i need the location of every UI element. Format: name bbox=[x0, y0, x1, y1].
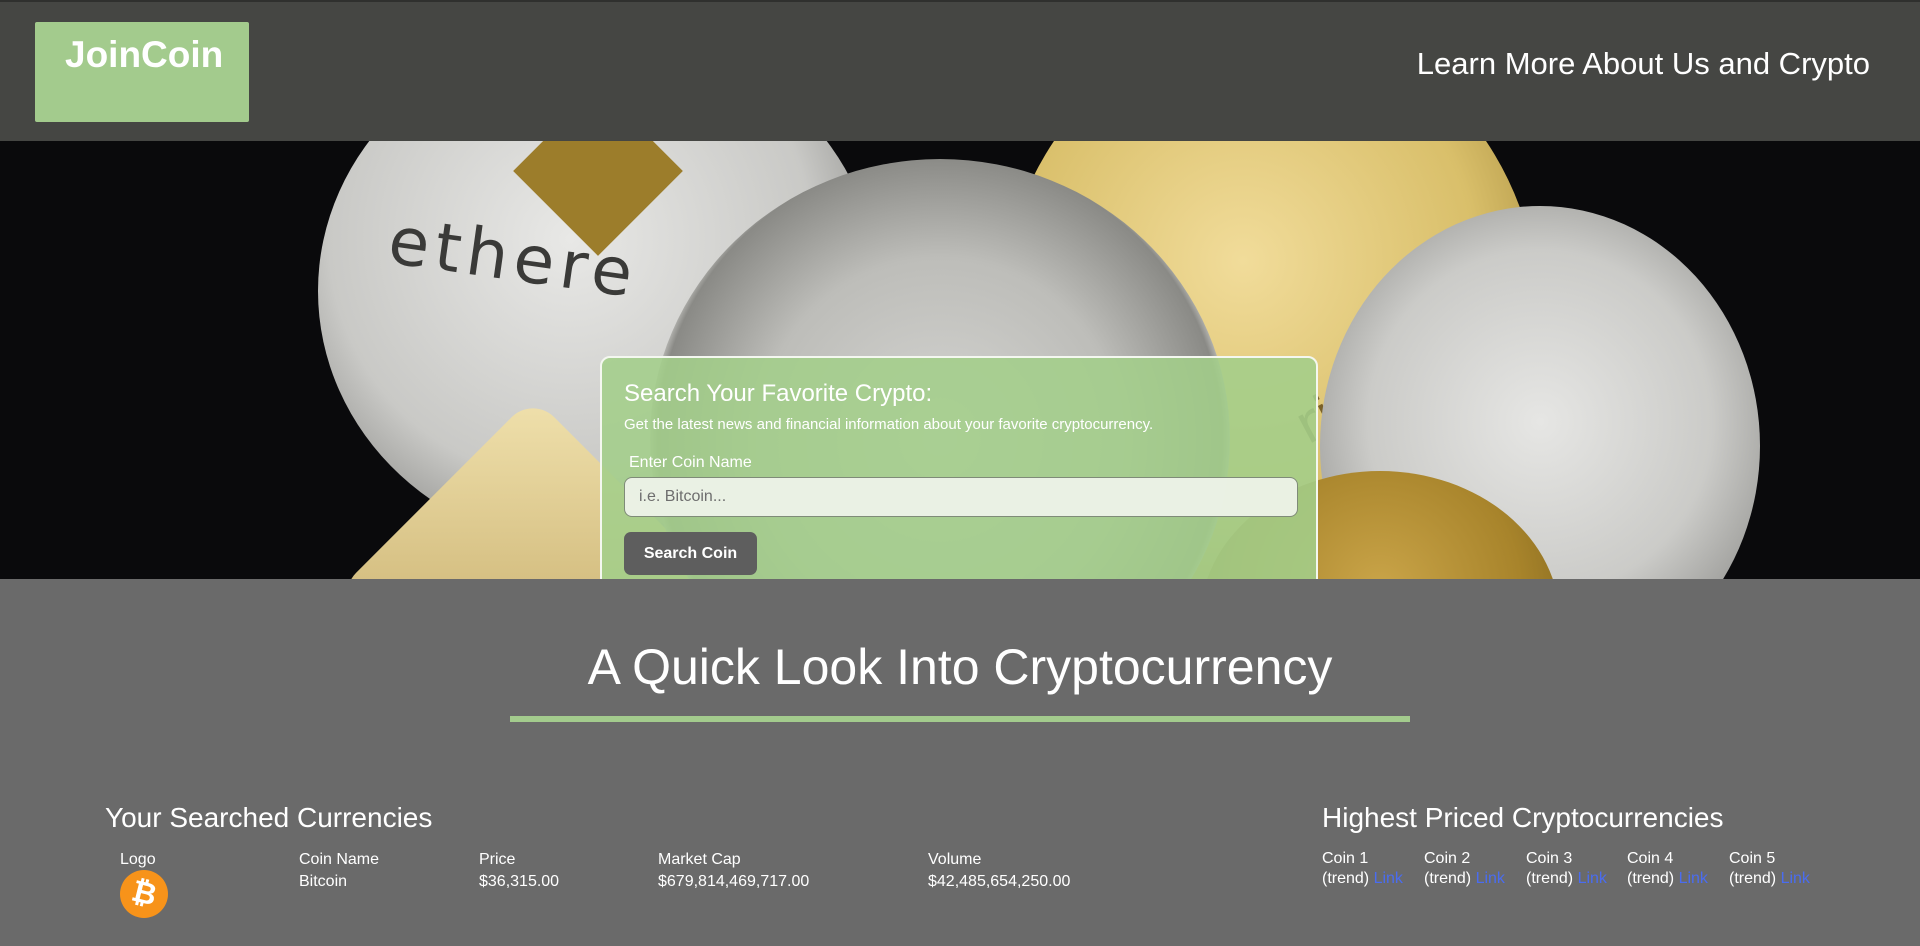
brand-logo[interactable]: JoinCoin bbox=[35, 22, 249, 122]
volume-value: $42,485,654,250.00 bbox=[928, 873, 1071, 890]
search-description: Get the latest news and financial inform… bbox=[624, 416, 1154, 433]
coin-trend: (trend) bbox=[1526, 870, 1574, 887]
bitcoin-glyph: ₿ bbox=[128, 873, 161, 914]
coin-label: Coin 3 bbox=[1526, 850, 1573, 867]
column-market-cap: Market Cap $679,814,469,717.00 bbox=[658, 849, 809, 893]
highest-coin-2: Coin 2 (trend) Link bbox=[1424, 849, 1505, 889]
highest-priced-title: Highest Priced Cryptocurrencies bbox=[1322, 802, 1724, 833]
section-title: A Quick Look Into Cryptocurrency bbox=[587, 639, 1333, 695]
coin-link[interactable]: Link bbox=[1476, 870, 1505, 887]
column-volume: Volume $42,485,654,250.00 bbox=[928, 849, 1070, 893]
site-header: JoinCoin Learn More About Us and Crypto bbox=[0, 0, 1920, 141]
column-header-coin-name: Coin Name bbox=[299, 851, 380, 868]
hero-banner: ethere ripple Search Your Favorite Crypt… bbox=[0, 141, 1920, 579]
learn-more-link[interactable]: Learn More About Us and Crypto bbox=[1417, 46, 1870, 82]
column-header-volume: Volume bbox=[928, 851, 982, 868]
highest-coin-3: Coin 3 (trend) Link bbox=[1526, 849, 1607, 889]
column-header-price: Price bbox=[479, 851, 516, 868]
column-price: Price $36,315.00 bbox=[479, 849, 559, 893]
highest-coin-1: Coin 1 (trend) Link bbox=[1322, 849, 1403, 889]
coin-trend: (trend) bbox=[1322, 870, 1370, 887]
coin-label: Coin 4 bbox=[1627, 850, 1674, 867]
coin-search-input[interactable] bbox=[624, 477, 1298, 517]
coin-trend: (trend) bbox=[1424, 870, 1472, 887]
searched-currencies-title: Your Searched Currencies bbox=[105, 802, 433, 833]
highest-coin-5: Coin 5 (trend) Link bbox=[1729, 849, 1810, 889]
column-coin-name: Coin Name Bitcoin bbox=[299, 849, 379, 893]
coin-trend: (trend) bbox=[1729, 870, 1777, 887]
bitcoin-icon: ₿ bbox=[120, 870, 168, 918]
coin-link[interactable]: Link bbox=[1578, 870, 1607, 887]
search-coin-button[interactable]: Search Coin bbox=[624, 532, 757, 575]
highest-coin-4: Coin 4 (trend) Link bbox=[1627, 849, 1708, 889]
title-underline bbox=[510, 716, 1410, 722]
coin-link[interactable]: Link bbox=[1679, 870, 1708, 887]
coin-label: Coin 1 bbox=[1322, 850, 1369, 867]
coin-label: Coin 2 bbox=[1424, 850, 1471, 867]
column-header-market-cap: Market Cap bbox=[658, 851, 741, 868]
search-card: Search Your Favorite Crypto: Get the lat… bbox=[600, 356, 1318, 579]
coin-name-value: Bitcoin bbox=[299, 873, 348, 890]
price-value: $36,315.00 bbox=[479, 873, 560, 890]
market-cap-value: $679,814,469,717.00 bbox=[658, 873, 810, 890]
coin-link[interactable]: Link bbox=[1374, 870, 1403, 887]
coin-trend: (trend) bbox=[1627, 870, 1675, 887]
brand-name: JoinCoin bbox=[65, 34, 224, 75]
coin-label: Coin 5 bbox=[1729, 850, 1776, 867]
coin-link[interactable]: Link bbox=[1781, 870, 1810, 887]
coin-name-label: Enter Coin Name bbox=[629, 454, 752, 471]
search-title: Search Your Favorite Crypto: bbox=[624, 380, 933, 407]
